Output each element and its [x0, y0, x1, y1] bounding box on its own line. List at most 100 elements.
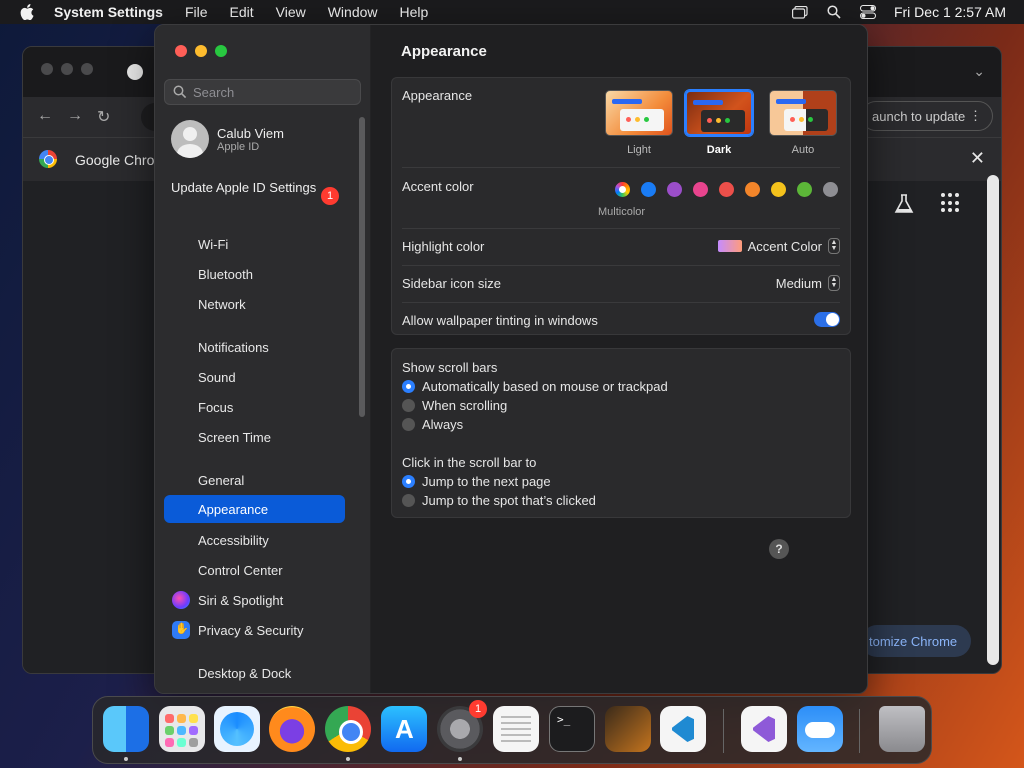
- radio-jump-to-spot[interactable]: Jump to the spot that’s clicked: [402, 493, 596, 508]
- menu-edit[interactable]: Edit: [230, 4, 254, 20]
- sidebar-scrollbar[interactable]: [359, 117, 365, 417]
- menu-view[interactable]: View: [276, 4, 306, 20]
- menu-clock[interactable]: Fri Dec 1 2:57 AM: [894, 4, 1006, 20]
- scroll-bars-card: Show scroll bars Automatically based on …: [391, 348, 851, 518]
- updown-arrows-icon: ▲ ▼: [828, 275, 840, 291]
- accent-color-swatch[interactable]: [745, 182, 760, 197]
- user-name: Calub Viem: [217, 125, 284, 141]
- spotlight-search-icon[interactable]: [826, 5, 842, 19]
- control-center-icon[interactable]: [859, 5, 876, 19]
- close-icon[interactable]: ✕: [970, 148, 985, 169]
- dock-separator: [723, 709, 724, 753]
- wallpaper-tinting-label: Allow wallpaper tinting in windows: [402, 313, 598, 328]
- click-scroll-bar-label: Click in the scroll bar to: [402, 455, 537, 470]
- appearance-light-option[interactable]: [605, 90, 673, 136]
- sidebar-item-accessibility[interactable]: Accessibility: [164, 526, 345, 554]
- chevron-down-icon[interactable]: ⌄: [973, 63, 985, 80]
- appearance-dark-option[interactable]: [685, 90, 753, 136]
- radio-scroll-automatic[interactable]: Automatically based on mouse or trackpad: [402, 379, 668, 394]
- dock-safari-icon[interactable]: [214, 706, 260, 752]
- appearance-dark-label: Dark: [706, 144, 732, 156]
- close-window-button[interactable]: [175, 45, 187, 57]
- dock-chrome-icon[interactable]: [325, 706, 371, 752]
- back-arrow-icon[interactable]: ←: [37, 107, 53, 127]
- chrome-tab-favicon-icon[interactable]: [127, 64, 143, 80]
- relaunch-label: aunch to update: [872, 108, 966, 124]
- highlight-color-popup[interactable]: Accent Color ▲ ▼: [717, 238, 840, 254]
- more-vert-icon[interactable]: ⋮: [969, 108, 982, 124]
- sidebar-item-wifi[interactable]: Wi-Fi: [164, 230, 345, 258]
- dock-garageband-icon[interactable]: [605, 706, 651, 752]
- sidebar-item-bluetooth[interactable]: Bluetooth: [164, 260, 345, 288]
- reload-icon[interactable]: ↻: [97, 107, 110, 127]
- sidebar-item-label: Notifications: [198, 339, 269, 355]
- accent-color-swatch[interactable]: [719, 182, 734, 197]
- dock-trash-icon[interactable]: [879, 706, 925, 752]
- sidebar-item-screen-time[interactable]: Screen Time: [164, 423, 345, 451]
- sidebar-item-network[interactable]: Network: [164, 290, 345, 318]
- customize-chrome-button[interactable]: tomize Chrome: [861, 625, 971, 657]
- sidebar-icon-size-popup[interactable]: Medium ▲ ▼: [776, 275, 840, 291]
- zoom-window-button[interactable]: [215, 45, 227, 57]
- sidebar-item-notifications[interactable]: Notifications: [164, 333, 345, 361]
- radio-jump-next-page[interactable]: Jump to the next page: [402, 474, 551, 489]
- dock-vscode-icon[interactable]: [660, 706, 706, 752]
- apple-menu-icon[interactable]: [18, 3, 36, 21]
- sidebar-item-focus[interactable]: Focus: [164, 393, 345, 421]
- menu-file[interactable]: File: [185, 4, 208, 20]
- sidebar-item-general[interactable]: General: [164, 466, 345, 494]
- accent-color-label: Accent color: [402, 179, 474, 194]
- search-input[interactable]: [193, 84, 353, 100]
- accent-color-swatch[interactable]: [823, 182, 838, 197]
- sidebar-item-desktop-dock[interactable]: Desktop & Dock: [164, 659, 345, 687]
- apple-id-account[interactable]: Calub Viem Apple ID: [171, 120, 284, 158]
- accent-color-swatch[interactable]: [693, 182, 708, 197]
- sidebar-item-label: Focus: [198, 399, 234, 415]
- minimize-window-button[interactable]: [195, 45, 207, 57]
- dock-finder-icon[interactable]: [103, 706, 149, 752]
- dock-weather-icon[interactable]: [797, 706, 843, 752]
- accent-color-swatch[interactable]: [641, 182, 656, 197]
- sidebar-item-control-center[interactable]: Control Center: [164, 556, 345, 584]
- sidebar-item-siri-spotlight[interactable]: Siri & Spotlight: [164, 586, 345, 614]
- sidebar-item-label: Privacy & Security: [198, 622, 304, 638]
- dock-terminal-icon[interactable]: [549, 706, 595, 752]
- sidebar-item-label: Appearance: [198, 501, 269, 517]
- dock-visual-studio-icon[interactable]: [741, 706, 787, 752]
- sidebar-item-sound[interactable]: Sound: [164, 363, 345, 391]
- menu-app-name[interactable]: System Settings: [54, 4, 163, 20]
- dock-app-store-icon[interactable]: [381, 706, 427, 752]
- appearance-auto-option[interactable]: [769, 90, 837, 136]
- hand-icon: [172, 621, 190, 639]
- system-settings-window: Calub Viem Apple ID Update Apple ID Sett…: [154, 24, 868, 694]
- accent-color-swatch[interactable]: [667, 182, 682, 197]
- sidebar-item-label: Screen Time: [198, 429, 271, 445]
- sidebar-item-privacy-security[interactable]: Privacy & Security: [164, 616, 345, 644]
- apps-grid-icon[interactable]: [941, 193, 961, 213]
- relaunch-to-update-button[interactable]: aunch to update ⋮: [861, 101, 993, 131]
- dock-firefox-icon[interactable]: [269, 706, 315, 752]
- search-field[interactable]: [164, 79, 361, 105]
- appearance-light-label: Light: [627, 144, 651, 156]
- screen-mirroring-icon[interactable]: [791, 5, 808, 19]
- dock-launchpad-icon[interactable]: [159, 706, 205, 752]
- radio-unselected-icon: [402, 494, 415, 507]
- avatar: [171, 120, 209, 158]
- sidebar-item-appearance[interactable]: Appearance: [164, 495, 345, 523]
- radio-scroll-when-scrolling[interactable]: When scrolling: [402, 398, 507, 413]
- sidebar-item-label: Desktop & Dock: [198, 665, 292, 681]
- sidebar-item-label: General: [198, 472, 245, 488]
- accent-multicolor-swatch[interactable]: [615, 182, 630, 197]
- wallpaper-tinting-toggle[interactable]: [814, 312, 840, 327]
- dock-textedit-icon[interactable]: [493, 706, 539, 752]
- menu-help[interactable]: Help: [400, 4, 429, 20]
- forward-arrow-icon[interactable]: →: [67, 107, 83, 127]
- accent-color-swatch[interactable]: [771, 182, 786, 197]
- chrome-scrollbar[interactable]: [987, 175, 999, 665]
- help-button[interactable]: ?: [769, 539, 789, 559]
- menu-window[interactable]: Window: [328, 4, 378, 20]
- labs-flask-icon[interactable]: [893, 193, 915, 215]
- radio-scroll-always[interactable]: Always: [402, 417, 463, 432]
- accent-color-swatch[interactable]: [797, 182, 812, 197]
- multicolor-label: Multicolor: [598, 206, 646, 218]
